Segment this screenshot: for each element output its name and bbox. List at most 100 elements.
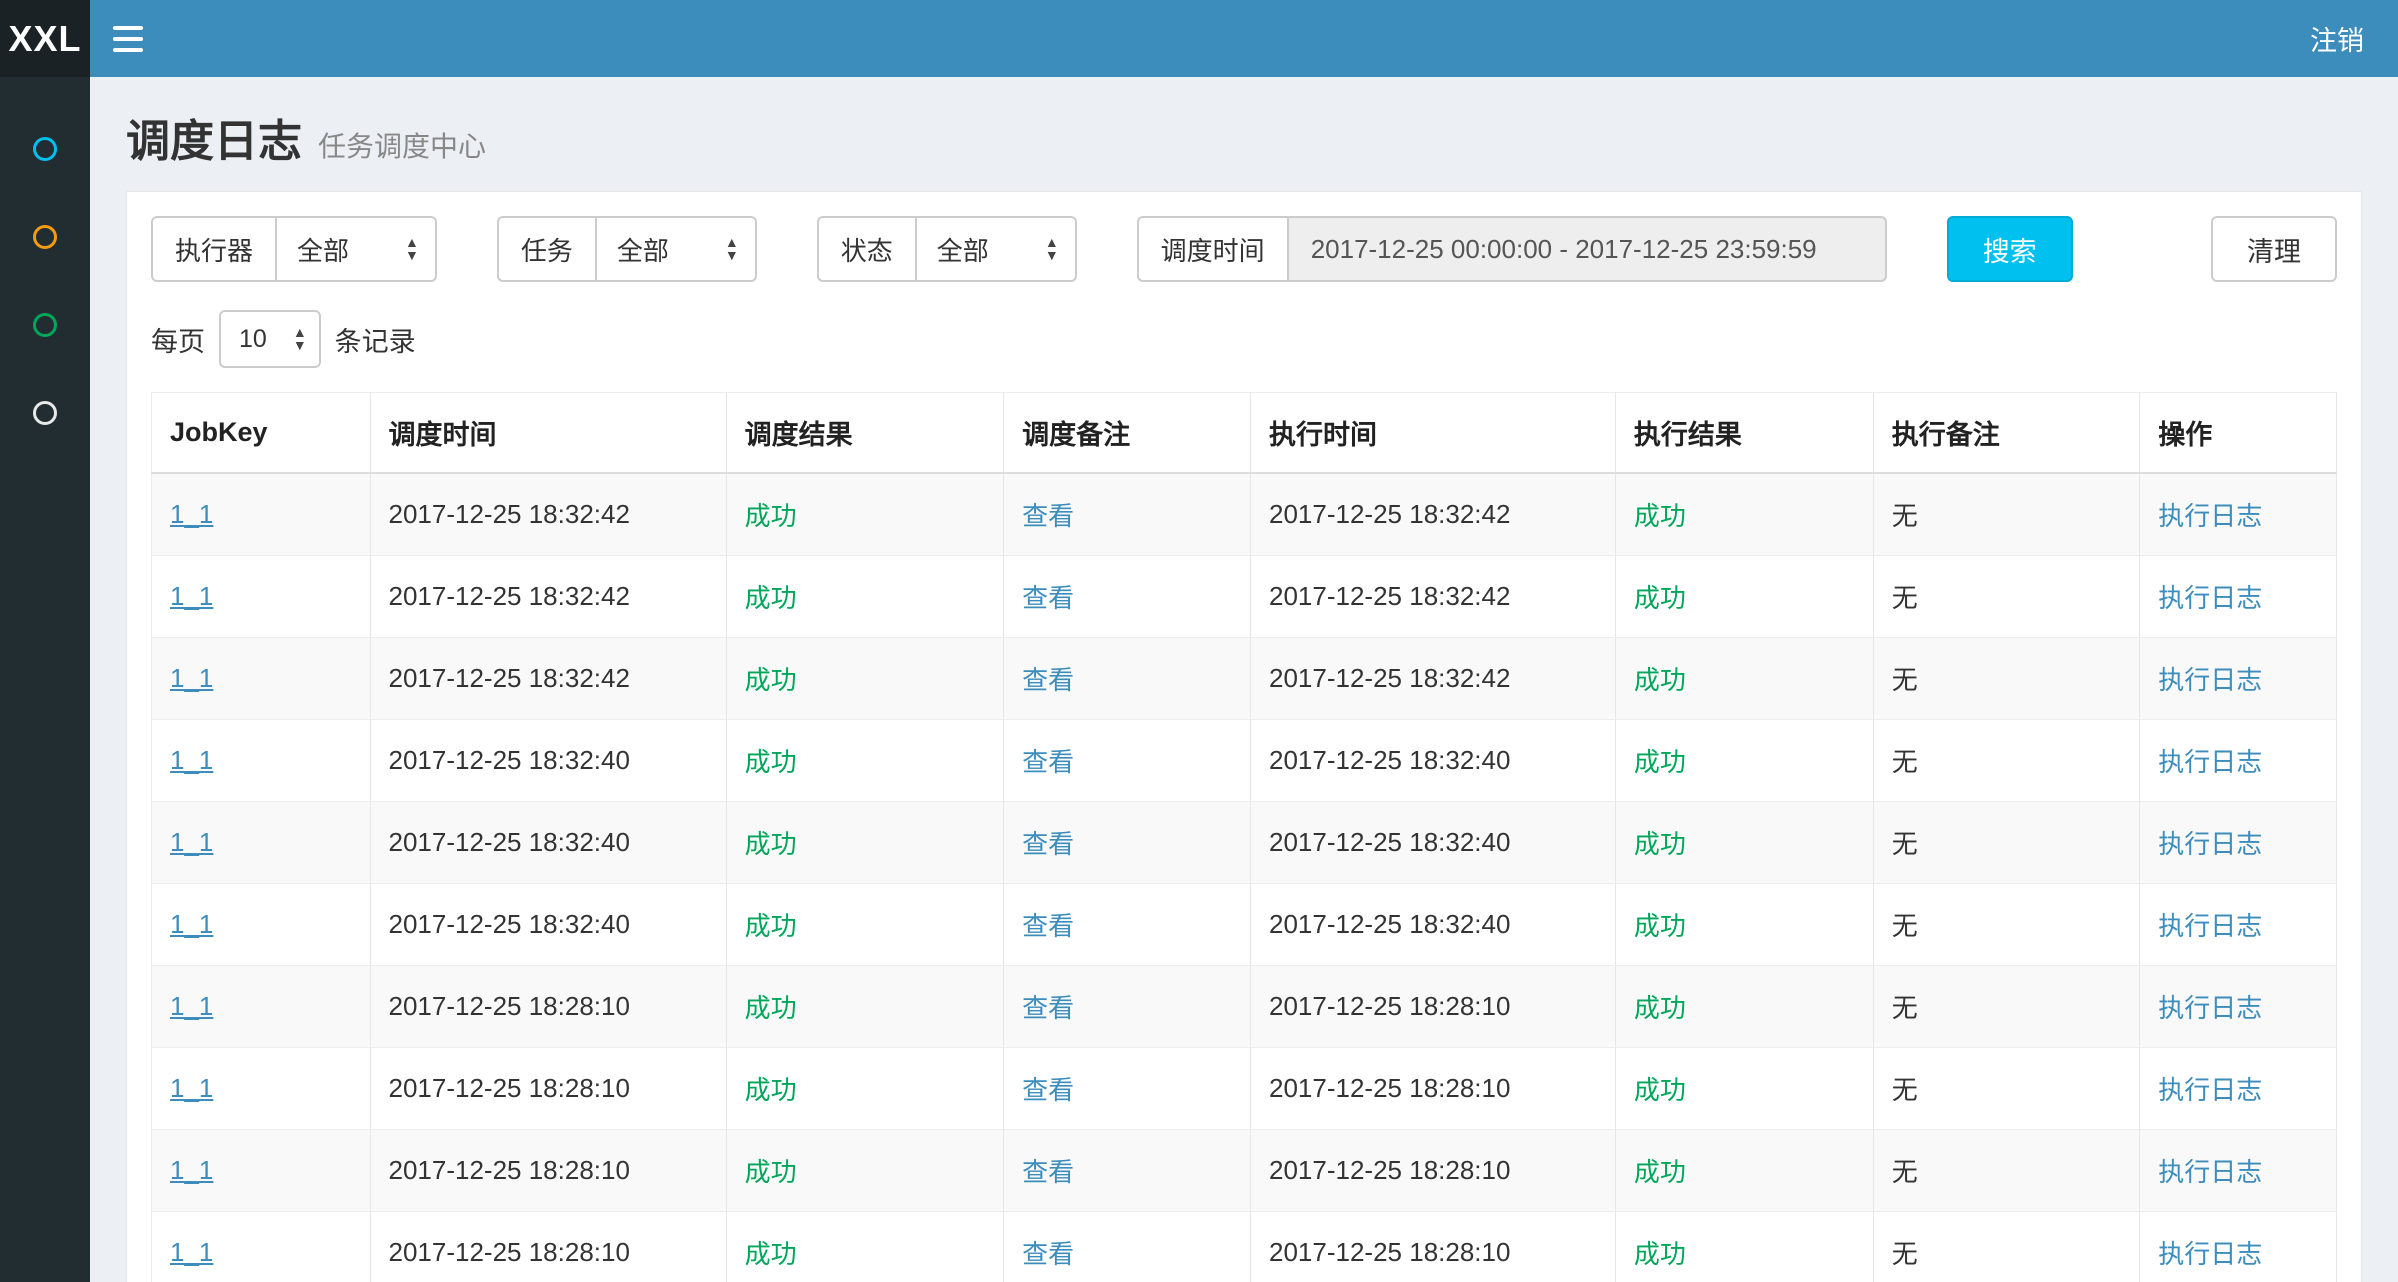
select-stepper-icon: ▲▼: [389, 236, 419, 262]
handle-msg-cell: 无: [1892, 1157, 1918, 1187]
circle-icon: [33, 137, 57, 161]
table-row: 1_1 2017-12-25 18:28:10 成功 查看 2017-12-25…: [152, 1048, 2337, 1130]
jobkey-link[interactable]: 1_1: [170, 1155, 213, 1185]
jobkey-link[interactable]: 1_1: [170, 1237, 213, 1267]
jobkey-link[interactable]: 1_1: [170, 1073, 213, 1103]
page-size-suffix-label: 条记录: [335, 320, 416, 359]
execution-log-link[interactable]: 执行日志: [2158, 583, 2262, 613]
handle-msg-cell: 无: [1892, 1075, 1918, 1105]
status-filter-label: 状态: [817, 216, 915, 282]
sidebar-menu: [0, 77, 90, 1282]
execution-log-link[interactable]: 执行日志: [2158, 1239, 2262, 1269]
executor-select[interactable]: 全部 ▲▼: [275, 216, 437, 282]
handle-result-cell: 成功: [1634, 501, 1686, 531]
sidebar-item-orange[interactable]: [0, 193, 90, 281]
trigger-result-cell: 成功: [745, 1075, 797, 1105]
circle-icon: [33, 313, 57, 337]
search-button[interactable]: 搜索: [1947, 216, 2073, 282]
trigger-msg-link[interactable]: 查看: [1022, 501, 1074, 531]
select-stepper-icon: ▲▼: [1029, 236, 1059, 262]
col-header-trigger-msg: 调度备注: [1004, 393, 1251, 474]
job-filter-label: 任务: [497, 216, 595, 282]
app-logo[interactable]: XXL: [0, 0, 90, 77]
trigger-result-cell: 成功: [745, 501, 797, 531]
jobkey-link[interactable]: 1_1: [170, 499, 213, 529]
handle-result-cell: 成功: [1634, 747, 1686, 777]
handle-result-cell: 成功: [1634, 1239, 1686, 1269]
trigger-msg-link[interactable]: 查看: [1022, 1075, 1074, 1105]
execution-log-link[interactable]: 执行日志: [2158, 501, 2262, 531]
trigger-result-cell: 成功: [745, 747, 797, 777]
page-size-row: 每页 10 ▲▼ 条记录: [151, 310, 2337, 368]
handle-time-cell: 2017-12-25 18:28:10: [1269, 1155, 1510, 1185]
page-size-select[interactable]: 10 ▲▼: [219, 310, 321, 368]
handle-msg-cell: 无: [1892, 501, 1918, 531]
handle-result-cell: 成功: [1634, 911, 1686, 941]
trigger-msg-link[interactable]: 查看: [1022, 665, 1074, 695]
trigger-result-cell: 成功: [745, 1157, 797, 1187]
jobkey-link[interactable]: 1_1: [170, 827, 213, 857]
table-row: 1_1 2017-12-25 18:28:10 成功 查看 2017-12-25…: [152, 966, 2337, 1048]
handle-result-cell: 成功: [1634, 993, 1686, 1023]
trigger-msg-link[interactable]: 查看: [1022, 829, 1074, 859]
trigger-result-cell: 成功: [745, 583, 797, 613]
sidebar-item-white[interactable]: [0, 369, 90, 457]
trigger-msg-link[interactable]: 查看: [1022, 911, 1074, 941]
logout-link[interactable]: 注销: [2276, 19, 2398, 58]
col-header-action: 操作: [2140, 393, 2337, 474]
execution-log-link[interactable]: 执行日志: [2158, 993, 2262, 1023]
handle-time-cell: 2017-12-25 18:32:42: [1269, 581, 1510, 611]
jobkey-link[interactable]: 1_1: [170, 581, 213, 611]
trigger-msg-link[interactable]: 查看: [1022, 1239, 1074, 1269]
handle-msg-cell: 无: [1892, 993, 1918, 1023]
jobkey-link[interactable]: 1_1: [170, 909, 213, 939]
trigger-time-range-input[interactable]: [1287, 216, 1887, 282]
execution-log-link[interactable]: 执行日志: [2158, 1075, 2262, 1105]
execution-log-link[interactable]: 执行日志: [2158, 747, 2262, 777]
status-select[interactable]: 全部 ▲▼: [915, 216, 1077, 282]
col-header-jobkey: JobKey: [152, 393, 371, 474]
handle-time-cell: 2017-12-25 18:32:40: [1269, 909, 1510, 939]
trigger-result-cell: 成功: [745, 829, 797, 859]
trigger-msg-link[interactable]: 查看: [1022, 583, 1074, 613]
execution-log-link[interactable]: 执行日志: [2158, 665, 2262, 695]
jobkey-link[interactable]: 1_1: [170, 745, 213, 775]
hamburger-menu-icon[interactable]: [90, 0, 166, 77]
clear-button[interactable]: 清理: [2211, 216, 2337, 282]
handle-result-cell: 成功: [1634, 665, 1686, 695]
execution-log-link[interactable]: 执行日志: [2158, 829, 2262, 859]
job-select[interactable]: 全部 ▲▼: [595, 216, 757, 282]
trigger-time-cell: 2017-12-25 18:32:40: [389, 745, 630, 775]
trigger-msg-link[interactable]: 查看: [1022, 747, 1074, 777]
handle-result-cell: 成功: [1634, 829, 1686, 859]
sidebar-item-aqua[interactable]: [0, 105, 90, 193]
jobkey-link[interactable]: 1_1: [170, 663, 213, 693]
handle-result-cell: 成功: [1634, 583, 1686, 613]
sidebar-item-green[interactable]: [0, 281, 90, 369]
circle-icon: [33, 225, 57, 249]
col-header-trigger-result: 调度结果: [726, 393, 1003, 474]
table-row: 1_1 2017-12-25 18:28:10 成功 查看 2017-12-25…: [152, 1130, 2337, 1212]
trigger-msg-link[interactable]: 查看: [1022, 993, 1074, 1023]
execution-log-link[interactable]: 执行日志: [2158, 911, 2262, 941]
handle-msg-cell: 无: [1892, 829, 1918, 859]
content-area: 调度日志 任务调度中心 执行器 全部 ▲▼ 任务 全部 ▲▼: [90, 77, 2398, 1282]
page-subtitle: 任务调度中心: [318, 125, 486, 165]
handle-time-cell: 2017-12-25 18:32:40: [1269, 827, 1510, 857]
handle-msg-cell: 无: [1892, 1239, 1918, 1269]
log-box: 执行器 全部 ▲▼ 任务 全部 ▲▼ 状态 全部: [126, 191, 2362, 1282]
trigger-msg-link[interactable]: 查看: [1022, 1157, 1074, 1187]
top-navbar: XXL 注销: [0, 0, 2398, 77]
table-row: 1_1 2017-12-25 18:28:10 成功 查看 2017-12-25…: [152, 1212, 2337, 1282]
navbar: 注销: [90, 0, 2398, 77]
page-title: 调度日志: [126, 105, 302, 169]
execution-log-link[interactable]: 执行日志: [2158, 1157, 2262, 1187]
trigger-time-cell: 2017-12-25 18:28:10: [389, 1237, 630, 1267]
handle-time-cell: 2017-12-25 18:32:42: [1269, 663, 1510, 693]
col-header-handle-result: 执行结果: [1615, 393, 1873, 474]
trigger-result-cell: 成功: [745, 665, 797, 695]
table-row: 1_1 2017-12-25 18:32:42 成功 查看 2017-12-25…: [152, 473, 2337, 556]
handle-time-cell: 2017-12-25 18:28:10: [1269, 1073, 1510, 1103]
jobkey-link[interactable]: 1_1: [170, 991, 213, 1021]
trigger-time-cell: 2017-12-25 18:32:42: [389, 663, 630, 693]
